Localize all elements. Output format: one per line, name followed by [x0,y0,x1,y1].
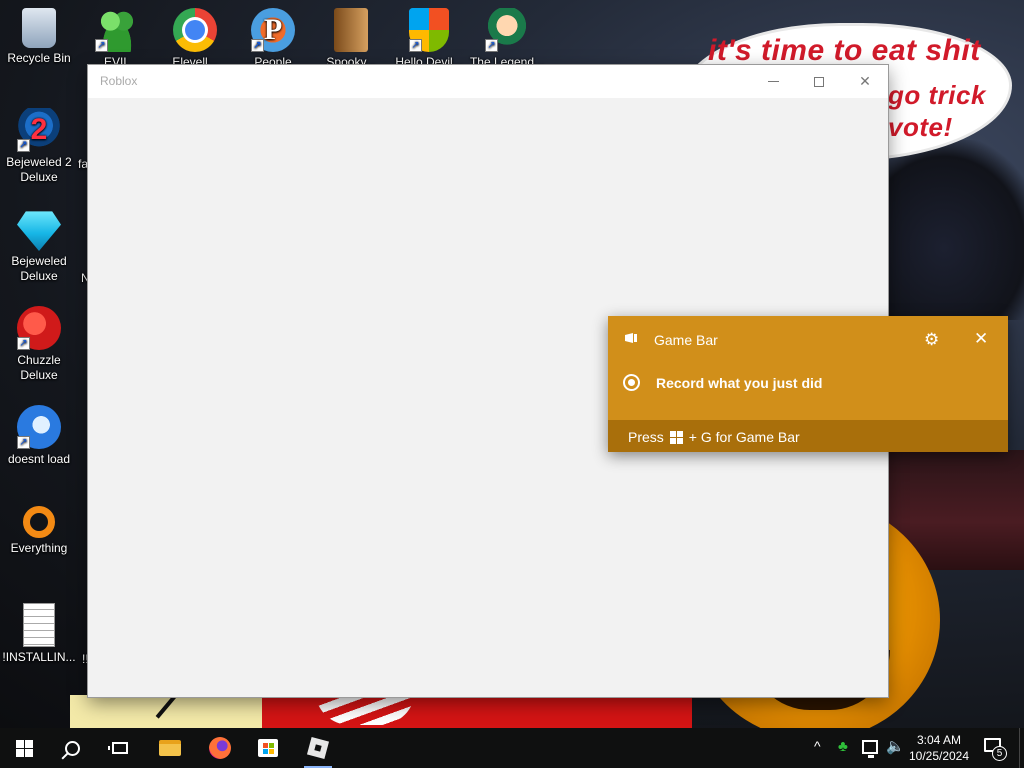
desktop-icon-installing[interactable]: !INSTALLIN... [0,603,78,665]
gamebar-footer: Press + G for Game Bar [608,420,1008,452]
window-title: Roblox [100,74,138,88]
gamebar-logo-icon [625,333,637,343]
shortcut-arrow-icon: ↗ [95,39,108,52]
roblox-icon [306,736,330,760]
desktop-icon-everything[interactable]: Everything [0,504,78,556]
maximize-icon [814,76,824,87]
desktop-icon-label: Chuzzle Deluxe [17,353,61,382]
desktop-icon-label: Everything [10,541,68,555]
gear-icon[interactable]: ⚙ [924,330,939,350]
desktop-icon-recycle-bin[interactable]: Recycle Bin [0,8,78,66]
desktop-icon-chrome[interactable]: Elevell... [156,8,234,70]
microsoft-store-button[interactable] [244,728,292,768]
roblox-taskbar-button[interactable] [294,728,342,768]
bejeweled-icon [17,211,61,251]
thunderbird-icon: ↗ [17,405,61,449]
speech-bubble-line3: vote! [888,112,953,142]
firefox-icon [209,737,231,759]
minimize-button[interactable] [750,65,796,98]
start-button[interactable] [0,728,48,768]
file-explorer-button[interactable] [146,728,194,768]
gamebar-title: Game Bar [654,332,718,348]
desktop-icon-bejeweled2[interactable]: 2 ↗ Bejeweled 2 Deluxe [0,108,78,185]
clock[interactable]: 3:04 AM 10/25/2024 [907,732,971,764]
store-icon [258,739,278,757]
desktop-icon-shield[interactable]: ↗ Hello Devil... [390,8,468,70]
search-icon [64,740,80,756]
network-icon[interactable] [862,740,878,758]
firefox-button[interactable] [196,728,244,768]
record-icon [623,374,640,391]
gamebar-header: Game Bar ⚙ ✕ [608,316,1008,364]
gamebar-shortcut-hint: Press + G for Game Bar [628,429,800,445]
show-hidden-icons-button[interactable]: ^ [814,738,821,754]
desktop-icon-label: Bejeweled 2 Deluxe [6,155,72,184]
taskbar-search-button[interactable] [48,728,96,768]
clover-tray-icon[interactable]: ♣ [838,738,848,755]
notification-count-badge: 5 [992,746,1007,761]
desktop-icon-chuzzle[interactable]: ↗ Chuzzle Deluxe [0,306,78,383]
desktop-icon-label: Bejeweled Deluxe [11,254,67,283]
record-label: Record what you just did [656,375,823,391]
desktop-icon-label: Recycle Bin [7,51,71,65]
record-what-you-just-did-button[interactable]: Record what you just did [608,364,1008,420]
shortcut-arrow-icon: ↗ [485,39,498,52]
taskbar: ^ ♣ 🔈 3:04 AM 10/25/2024 5 [0,728,1024,768]
close-icon: ✕ [859,73,871,89]
everything-search-icon [23,506,55,538]
speech-bubble-line2: go trick [888,80,986,110]
show-desktop-button[interactable] [1019,728,1024,768]
hint-prefix: Press [628,429,664,445]
shortcut-arrow-icon: ↗ [17,337,30,350]
character-icon: ↗ [485,8,529,52]
shortcut-arrow-icon: ↗ [17,436,30,449]
desktop-icon-character[interactable]: ↗ The Legend... [468,8,546,70]
wallpaper-tree [880,140,1024,320]
chrome-icon [173,8,217,52]
chuzzle-icon: ↗ [17,306,61,350]
shortcut-arrow-icon: ↗ [409,39,422,52]
book-icon [334,8,368,52]
shield-icon: ↗ [409,8,449,52]
task-view-button[interactable] [96,728,144,768]
desktop-icon-bejeweled[interactable]: Bejeweled Deluxe [0,207,78,284]
desktop-icon-book[interactable]: Spooky... [312,8,390,70]
maximize-button[interactable] [796,65,842,98]
close-button[interactable]: ✕ [842,65,888,98]
recycle-bin-icon [22,8,56,48]
windows-logo-icon [15,739,33,757]
gamebar-close-button[interactable]: ✕ [974,329,988,349]
volume-icon[interactable]: 🔈 [886,737,905,755]
shortcut-arrow-icon: ↗ [251,39,264,52]
people-icon: ↗ [95,8,139,52]
gamebar-toast[interactable]: Game Bar ⚙ ✕ Record what you just did Pr… [608,316,1008,452]
window-titlebar[interactable]: Roblox ✕ [88,65,888,98]
wallpaper-yellow-panel [70,695,262,728]
speech-bubble-line1: it's time to eat shit [708,34,981,67]
p-app-icon: P ↗ [251,8,295,52]
windows-key-icon [669,430,683,444]
clock-time: 3:04 AM [916,733,962,747]
minimize-icon [767,81,779,82]
desktop-icon-label: doesnt load [7,452,71,466]
action-center-button[interactable]: 5 [980,736,1008,762]
text-document-icon [23,603,55,647]
bejeweled2-icon: 2 ↗ [17,108,61,152]
desktop-icon-thunderbird[interactable]: ↗ doesnt load [0,405,78,467]
clock-date: 10/25/2024 [908,749,970,763]
hint-suffix: + G for Game Bar [688,429,800,445]
task-view-icon [108,742,128,754]
shortcut-arrow-icon: ↗ [17,139,30,152]
folder-icon [159,740,181,756]
desktop-icon-label: !INSTALLIN... [2,650,76,664]
